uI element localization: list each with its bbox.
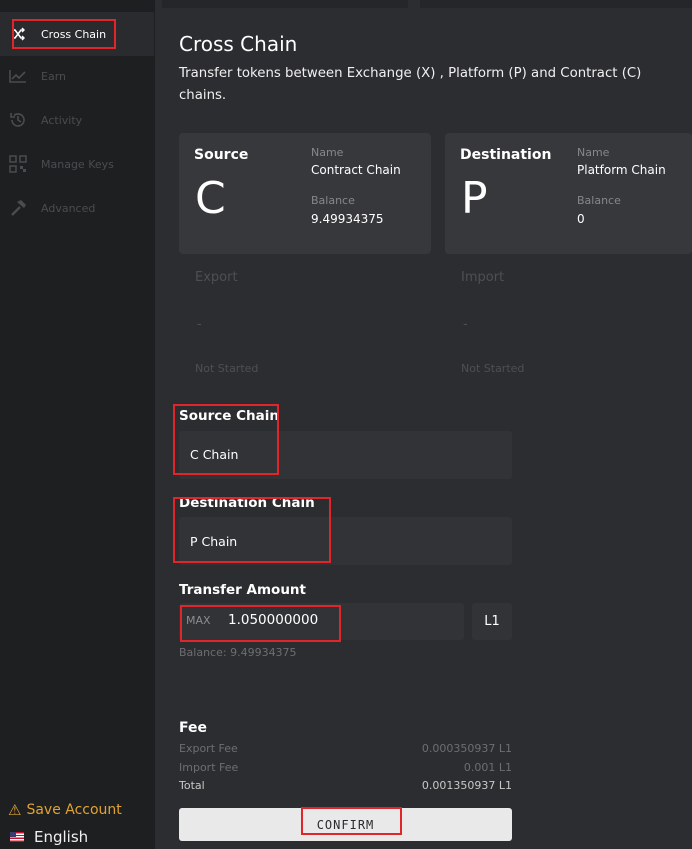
export-status-label: Export — [195, 270, 238, 285]
destination-balance-label: Balance — [577, 194, 621, 207]
destination-balance-value: 0 — [577, 212, 585, 226]
sidebar-item-label: Manage Keys — [41, 157, 114, 171]
fee-row-value: 0.001350937 L1 — [421, 779, 512, 792]
destination-name-value: Platform Chain — [577, 163, 666, 177]
import-status-label: Import — [461, 270, 505, 285]
fee-row-value: 0.001 L1 — [463, 761, 512, 774]
fee-row-total: Total 0.001350937 L1 — [179, 779, 512, 792]
save-account-label: Save Account — [26, 802, 122, 818]
sidebar-item-activity[interactable]: Activity — [0, 98, 154, 142]
main-panel — [155, 0, 692, 849]
hammer-icon — [8, 198, 28, 218]
fee-row-label: Export Fee — [179, 742, 238, 755]
available-balance: Balance: 9.49934375 — [179, 646, 297, 659]
shuffle-icon — [8, 24, 28, 44]
sidebar: Cross Chain Earn Activity Manage Keys Ad… — [0, 0, 154, 849]
fee-row-value: 0.000350937 L1 — [421, 742, 512, 755]
destination-chain-label: Destination Chain — [179, 495, 315, 511]
source-chain-label: Source Chain — [179, 408, 279, 424]
export-status-state: Not Started — [195, 362, 259, 375]
fee-row-label: Import Fee — [179, 761, 239, 774]
sidebar-item-label: Cross Chain — [41, 27, 107, 41]
amount-input[interactable] — [179, 603, 464, 640]
sidebar-item-earn[interactable]: Earn — [0, 54, 154, 98]
sidebar-item-cross-chain[interactable]: Cross Chain — [0, 12, 154, 56]
us-flag-icon — [10, 832, 24, 842]
warning-icon: ⚠ — [8, 801, 22, 819]
max-button[interactable]: MAX — [186, 614, 211, 627]
source-chain-letter: C — [195, 173, 226, 224]
fee-row-export: Export Fee 0.000350937 L1 — [179, 742, 512, 755]
sidebar-item-label: Advanced — [41, 201, 96, 215]
sidebar-item-manage-keys[interactable]: Manage Keys — [0, 142, 154, 186]
token-unit-badge: L1 — [472, 603, 512, 640]
source-heading: Source — [194, 147, 249, 163]
fee-row-import: Import Fee 0.001 L1 — [179, 761, 512, 774]
save-account-link[interactable]: ⚠ Save Account — [8, 801, 122, 819]
fee-title: Fee — [179, 720, 207, 736]
sidebar-item-label: Earn — [41, 69, 66, 83]
top-tab-strip — [162, 0, 408, 8]
chart-line-icon — [8, 66, 28, 86]
page-subtitle: Transfer tokens between Exchange (X) , P… — [179, 66, 642, 103]
history-icon — [8, 110, 28, 130]
sidebar-item-label: Activity — [41, 113, 83, 127]
qr-keys-icon — [8, 154, 28, 174]
amount-value: 1.050000000 — [228, 612, 319, 628]
import-status-state: Not Started — [461, 362, 525, 375]
transfer-amount-label: Transfer Amount — [179, 582, 306, 598]
destination-name-label: Name — [577, 146, 610, 159]
source-balance-label: Balance — [311, 194, 355, 207]
fee-row-label: Total — [179, 779, 205, 792]
source-name-value: Contract Chain — [311, 163, 401, 177]
sidebar-item-advanced[interactable]: Advanced — [0, 186, 154, 230]
language-label: English — [34, 828, 89, 846]
source-chain-value: C Chain — [190, 447, 239, 462]
source-balance-value: 9.49934375 — [311, 212, 384, 226]
destination-heading: Destination — [460, 147, 552, 163]
confirm-button[interactable]: CONFIRM — [179, 808, 512, 841]
language-selector[interactable]: English — [10, 828, 88, 846]
page-title: Cross Chain — [179, 32, 298, 56]
destination-chain-letter: P — [461, 173, 488, 224]
destination-chain-card: Destination P Name Platform Chain Balanc… — [445, 133, 692, 254]
source-name-label: Name — [311, 146, 344, 159]
destination-chain-value: P Chain — [190, 534, 238, 549]
export-status-value: - — [197, 317, 202, 332]
top-tab-strip — [420, 0, 692, 8]
source-chain-card: Source C Name Contract Chain Balance 9.4… — [179, 133, 431, 254]
import-status-value: - — [463, 317, 468, 332]
